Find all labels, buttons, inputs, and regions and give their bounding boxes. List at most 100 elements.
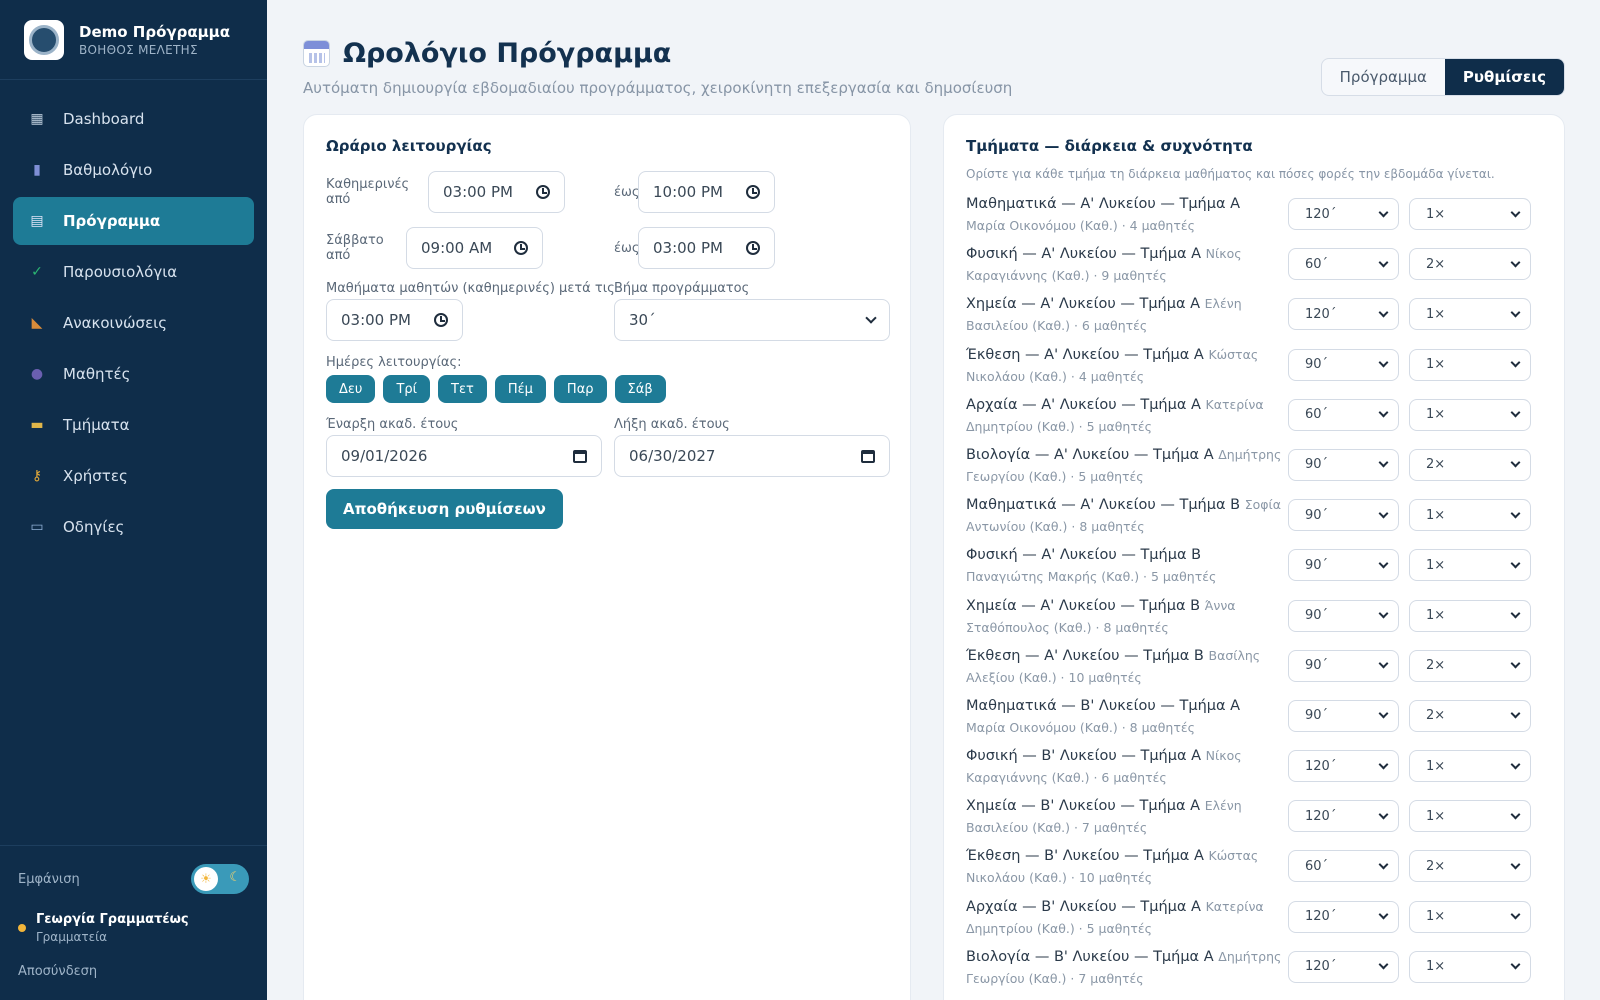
frequency-select[interactable]: 2× xyxy=(1409,699,1531,732)
chevron-down-icon xyxy=(1510,457,1521,468)
duration-value: 120΄ xyxy=(1305,306,1337,322)
department-name: Μαθηματικά — Β' Λυκείου — Τμήμα Α xyxy=(966,697,1241,714)
calendar-icon: ▤ xyxy=(30,213,44,229)
sidebar-item-6[interactable]: ▬ Τμήματα xyxy=(13,401,254,449)
duration-select[interactable]: 90΄ xyxy=(1288,448,1399,481)
sidebar-item-1[interactable]: ▮ Βαθμολόγιο xyxy=(13,146,254,194)
day-toggle-0[interactable]: Δευ xyxy=(326,375,376,403)
saturday-from-label: Σάββατο από xyxy=(326,233,384,263)
department-row: Αρχαία — Β' Λυκείου — Τμήμα Α Κατερίνα Δ… xyxy=(966,896,1544,946)
frequency-select[interactable]: 1× xyxy=(1409,599,1531,632)
weekdays-to-label: έως xyxy=(614,184,640,200)
departments-description: Ορίστε για κάθε τμήμα τη διάρκεια μαθήμα… xyxy=(966,167,1495,181)
check-box-icon: ✓ xyxy=(31,264,43,280)
chevron-down-icon xyxy=(1510,759,1521,770)
duration-value: 120΄ xyxy=(1305,909,1337,925)
sidebar-item-8[interactable]: ▭ Οδηγίες xyxy=(13,503,254,551)
sidebar-item-5[interactable]: ● Μαθητές xyxy=(13,350,254,398)
department-name: Αρχαία — Α' Λυκείου — Τμήμα Α xyxy=(966,396,1201,413)
frequency-select[interactable]: 1× xyxy=(1409,198,1531,230)
year-start-input[interactable]: 09/01/2026 xyxy=(326,435,602,477)
duration-select[interactable]: 60΄ xyxy=(1288,398,1399,431)
view-switch: Πρόγραμμα Ρυθμίσεις xyxy=(1320,58,1565,96)
weekdays-to-input[interactable]: 10:00 PM xyxy=(638,171,775,213)
frequency-select[interactable]: 1× xyxy=(1409,900,1531,933)
weekdays-from-input[interactable]: 03:00 PM xyxy=(428,171,565,213)
duration-select[interactable]: 90΄ xyxy=(1288,699,1399,732)
duration-select[interactable]: 90΄ xyxy=(1288,499,1399,532)
day-toggle-4[interactable]: Παρ xyxy=(553,375,607,403)
page-subtitle: Αυτόματη δημιουργία εβδομαδιαίου προγράμ… xyxy=(303,79,1013,97)
duration-select[interactable]: 120΄ xyxy=(1288,900,1399,933)
duration-select[interactable]: 120΄ xyxy=(1288,198,1399,230)
appearance-label: Εμφάνιση xyxy=(18,871,80,887)
chevron-down-icon xyxy=(1510,658,1521,669)
brand[interactable]: Demo Πρόγραμμα ΒΟΗΘΟΣ ΜΕΛΕΤΗΣ xyxy=(0,0,267,80)
sidebar-item-7[interactable]: ⚷ Χρήστες xyxy=(13,452,254,500)
day-toggle-5[interactable]: Σάβ xyxy=(614,375,666,403)
tab-settings[interactable]: Ρυθμίσεις xyxy=(1444,59,1564,95)
department-info: Έκθεση — Α' Λυκείου — Τμήμα Α Κώστας Νικ… xyxy=(966,344,1282,388)
frequency-select[interactable]: 2× xyxy=(1409,448,1531,481)
frequency-select[interactable]: 2× xyxy=(1409,649,1531,682)
chevron-down-icon xyxy=(1378,407,1389,418)
duration-value: 90΄ xyxy=(1305,658,1329,674)
chevron-down-icon xyxy=(1510,809,1521,820)
sidebar-item-label: Μαθητές xyxy=(63,365,131,383)
sidebar-item-3[interactable]: ✓ Παρουσιολόγια xyxy=(13,248,254,296)
duration-select[interactable]: 120΄ xyxy=(1288,298,1399,331)
sidebar-item-0[interactable]: ▦ Dashboard xyxy=(13,95,254,143)
duration-value: 120΄ xyxy=(1305,959,1337,975)
duration-select[interactable]: 90΄ xyxy=(1288,649,1399,682)
sidebar-item-label: Παρουσιολόγια xyxy=(63,263,178,281)
frequency-select[interactable]: 1× xyxy=(1409,298,1531,331)
duration-select[interactable]: 60΄ xyxy=(1288,850,1399,883)
frequency-select[interactable]: 2× xyxy=(1409,850,1531,883)
chevron-down-icon xyxy=(1510,307,1521,318)
saturday-from-input[interactable]: 09:00 AM xyxy=(406,227,543,269)
brand-title: Demo Πρόγραμμα xyxy=(79,22,231,41)
year-end-input[interactable]: 06/30/2027 xyxy=(614,435,890,477)
duration-value: 90΄ xyxy=(1305,357,1329,373)
page-title-text: Ωρολόγιο Πρόγραμμα xyxy=(343,38,672,69)
saturday-to-input[interactable]: 03:00 PM xyxy=(638,227,775,269)
student-after-input[interactable]: 03:00 PM xyxy=(326,299,463,341)
day-toggle-3[interactable]: Πέμ xyxy=(494,375,546,403)
department-row: Αρχαία — Α' Λυκείου — Τμήμα Α Κατερίνα Δ… xyxy=(966,394,1544,444)
sidebar-item-4[interactable]: ◣ Ανακοινώσεις xyxy=(13,299,254,347)
year-start-label: Έναρξη ακαδ. έτους xyxy=(326,417,459,432)
sun-icon: ☀ xyxy=(194,867,218,891)
logout-link[interactable]: Αποσύνδεση xyxy=(18,964,249,979)
day-toggle-1[interactable]: Τρί xyxy=(383,375,431,403)
frequency-select[interactable]: 1× xyxy=(1409,499,1531,532)
frequency-select[interactable]: 1× xyxy=(1409,800,1531,833)
save-settings-button[interactable]: Αποθήκευση ρυθμίσεων xyxy=(326,489,563,529)
frequency-value: 2× xyxy=(1426,256,1446,272)
frequency-select[interactable]: 1× xyxy=(1409,348,1531,381)
duration-value: 90΄ xyxy=(1305,708,1329,724)
sidebar-item-2[interactable]: ▤ Πρόγραμμα xyxy=(13,197,254,245)
chevron-down-icon xyxy=(1510,558,1521,569)
frequency-value: 1× xyxy=(1426,557,1446,573)
duration-select[interactable]: 60΄ xyxy=(1288,248,1399,281)
duration-select[interactable]: 90΄ xyxy=(1288,599,1399,632)
day-toggle-2[interactable]: Τετ xyxy=(438,375,487,403)
tab-program[interactable]: Πρόγραμμα xyxy=(1322,59,1445,95)
frequency-select[interactable]: 1× xyxy=(1409,950,1531,983)
theme-toggle[interactable]: ☀ ☾ xyxy=(191,864,249,894)
duration-select[interactable]: 90΄ xyxy=(1288,348,1399,381)
frequency-value: 2× xyxy=(1426,658,1446,674)
duration-select[interactable]: 90΄ xyxy=(1288,549,1399,582)
frequency-select[interactable]: 1× xyxy=(1409,549,1531,582)
frequency-select[interactable]: 1× xyxy=(1409,750,1531,783)
step-select[interactable]: 30΄ xyxy=(614,299,890,341)
duration-select[interactable]: 120΄ xyxy=(1288,950,1399,983)
chevron-down-icon xyxy=(1510,257,1521,268)
weekdays-to-value: 10:00 PM xyxy=(653,183,723,201)
duration-select[interactable]: 120΄ xyxy=(1288,800,1399,833)
duration-value: 90΄ xyxy=(1305,507,1329,523)
frequency-select[interactable]: 2× xyxy=(1409,248,1531,281)
duration-select[interactable]: 120΄ xyxy=(1288,750,1399,783)
frequency-select[interactable]: 1× xyxy=(1409,398,1531,431)
year-end-label: Λήξη ακαδ. έτους xyxy=(614,417,730,432)
